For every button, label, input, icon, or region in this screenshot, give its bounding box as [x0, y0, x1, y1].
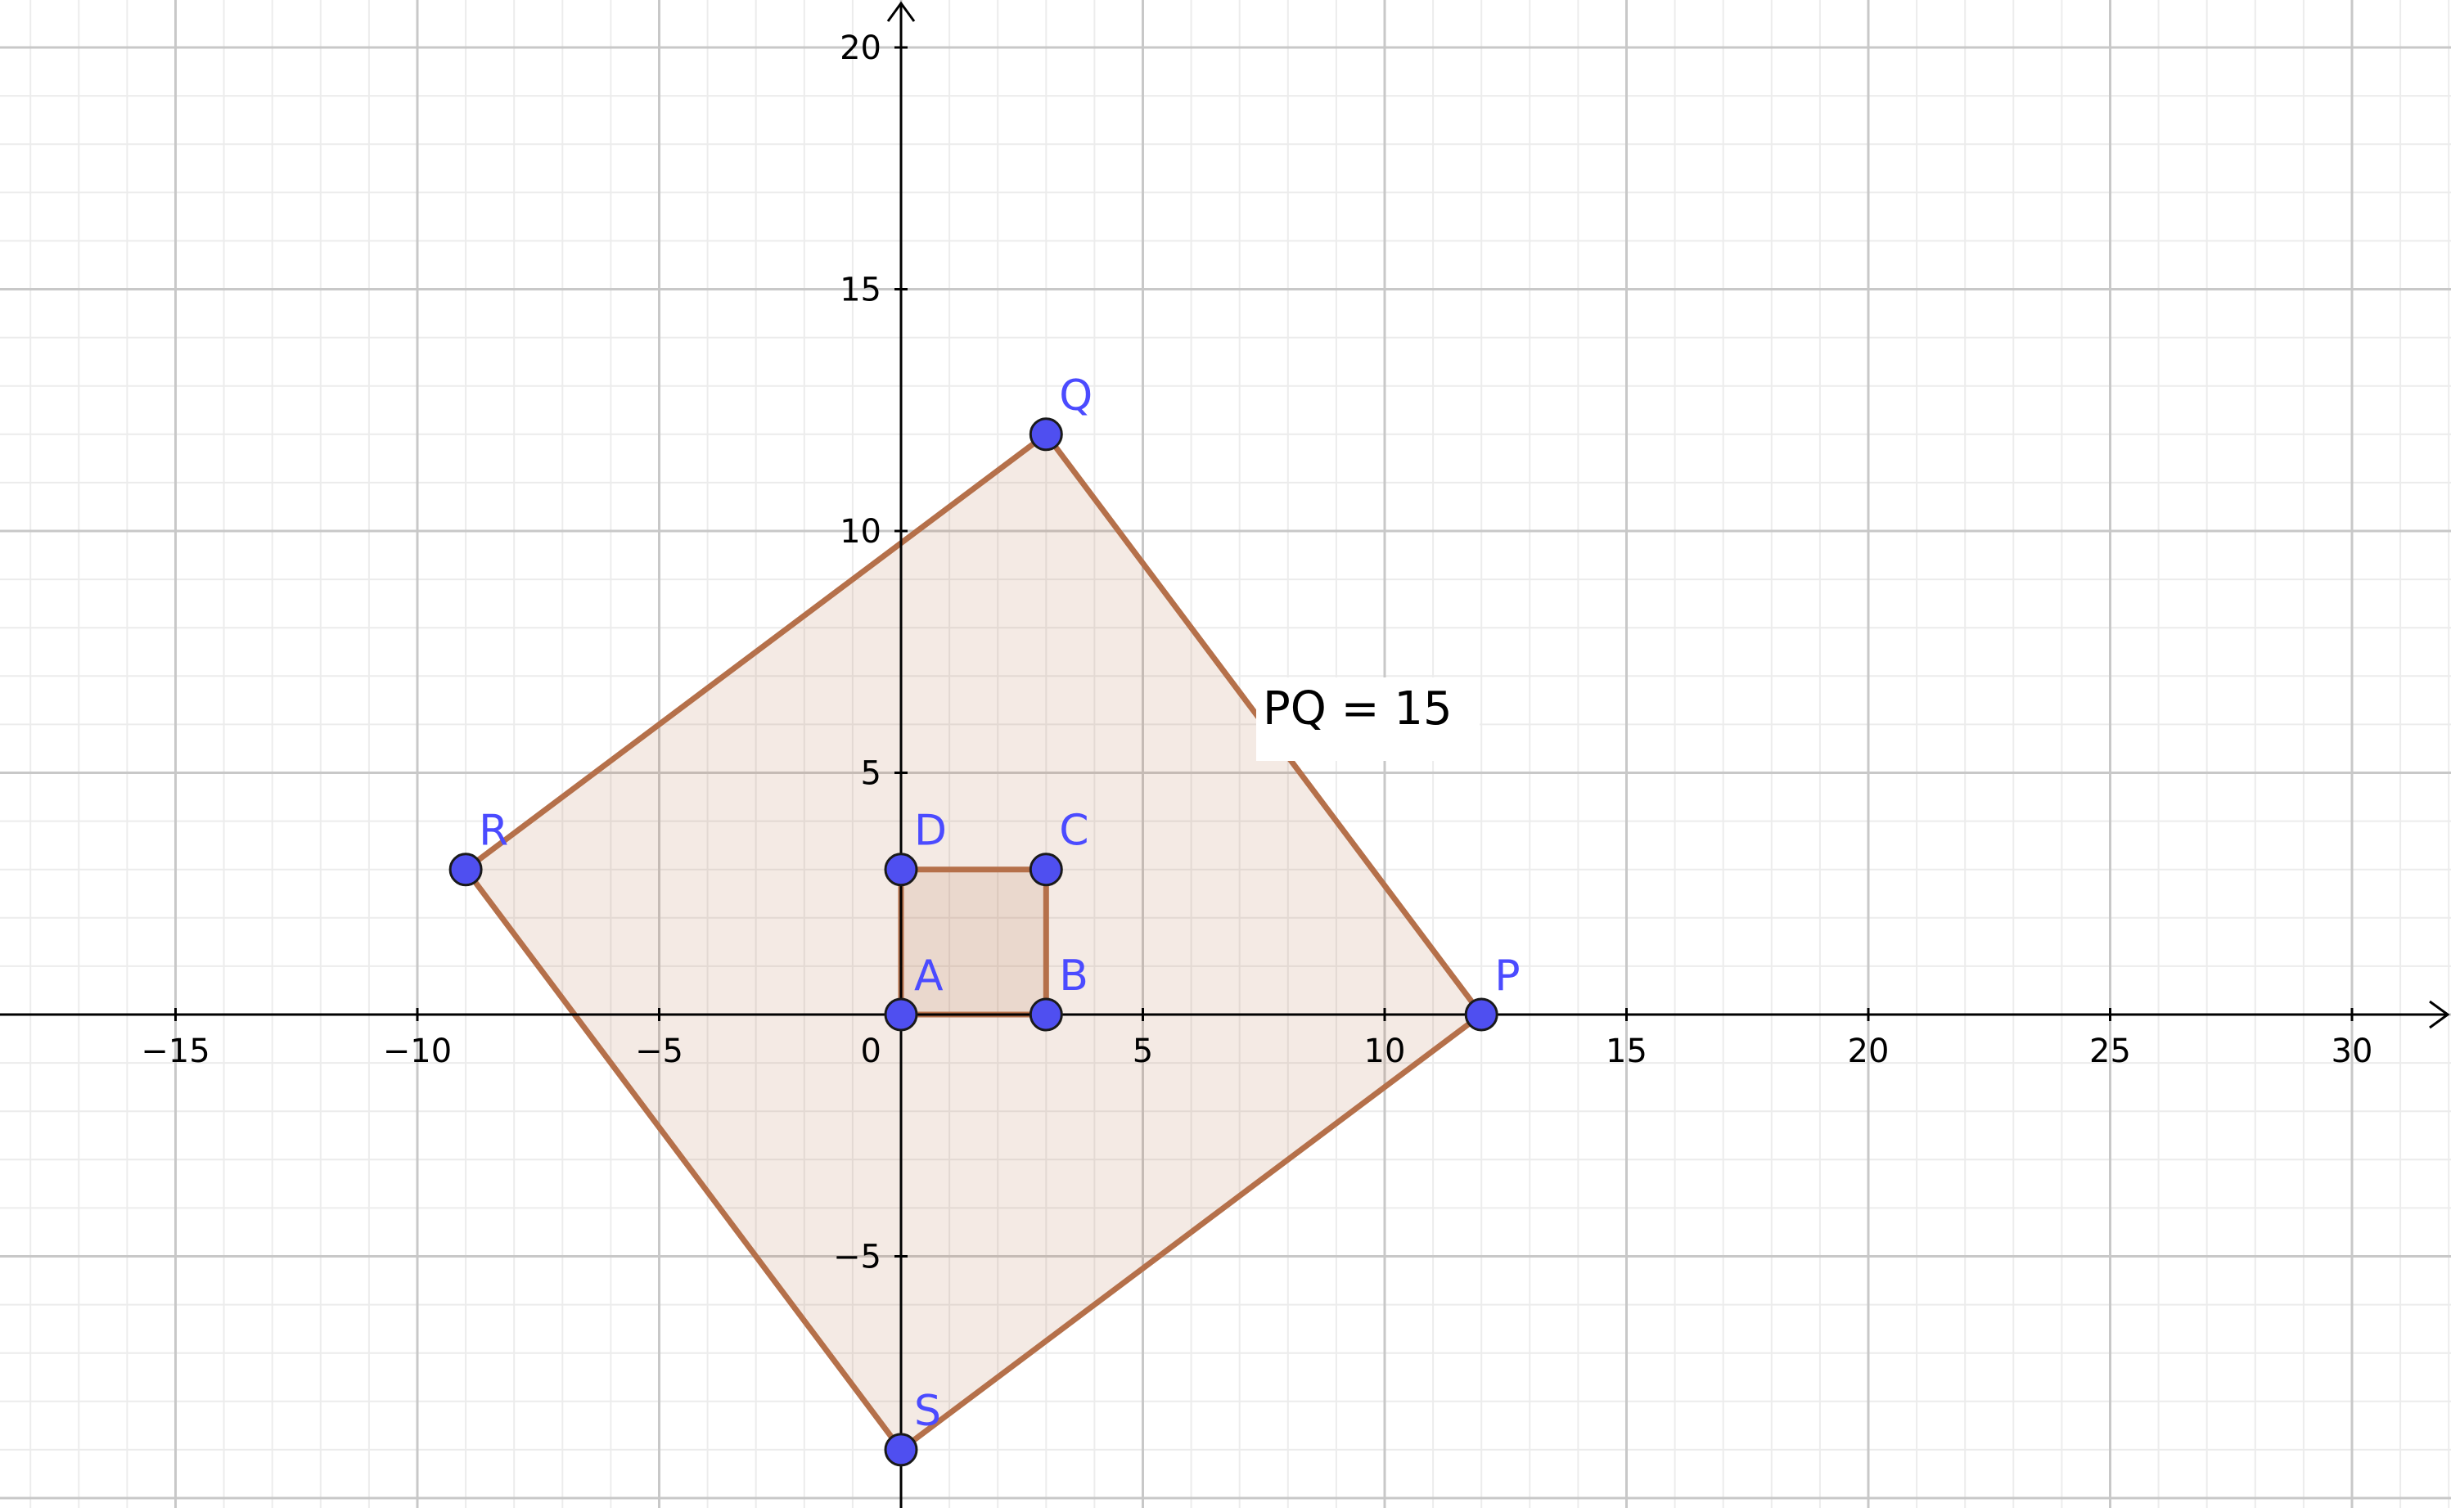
point-d[interactable]: [884, 853, 918, 887]
x-tick-label: 15: [1606, 1033, 1647, 1070]
point-label-q: Q: [1059, 371, 1093, 421]
x-tick-label: −10: [383, 1033, 452, 1070]
point-label-d: D: [914, 807, 947, 856]
point-q[interactable]: [1029, 417, 1063, 452]
point-p[interactable]: [1464, 997, 1498, 1032]
point-label-c: C: [1059, 807, 1088, 856]
measurement-label-group: PQ = 15: [1256, 677, 1480, 761]
y-tick-label: −5: [833, 1239, 881, 1276]
point-label-a: A: [914, 952, 944, 1001]
x-tick-label: 5: [1133, 1033, 1153, 1070]
coordinate-plane[interactable]: −15 −10 −5 5 10 15 20 25 30 5 10 15 20 −5 0 PQ = 15 A B…: [0, 0, 2451, 1508]
point-label-b: B: [1059, 952, 1088, 1001]
point-r[interactable]: [448, 853, 483, 887]
measurement-label: PQ = 15: [1263, 682, 1453, 736]
x-tick-label: −5: [635, 1033, 683, 1070]
point-c[interactable]: [1029, 853, 1063, 887]
x-tick-label: 10: [1364, 1033, 1406, 1070]
y-tick-label: 5: [861, 755, 881, 793]
point-label-r: R: [479, 807, 508, 856]
x-tick-label: −15: [141, 1033, 210, 1070]
point-label-p: P: [1494, 952, 1520, 1001]
y-tick-label: 15: [840, 272, 881, 309]
point-s[interactable]: [884, 1433, 918, 1467]
y-tick-label: 10: [840, 513, 881, 551]
x-tick-label: 25: [2089, 1033, 2131, 1070]
x-tick-label: 30: [2332, 1033, 2373, 1070]
point-label-s: S: [914, 1387, 941, 1436]
geometry-canvas[interactable]: −15 −10 −5 5 10 15 20 25 30 5 10 15 20 −5 0 PQ = 15 A B…: [0, 0, 2451, 1508]
origin-label: 0: [861, 1033, 881, 1070]
point-b[interactable]: [1029, 997, 1063, 1032]
polygons-layer: [462, 431, 1485, 1453]
y-tick-label: 20: [840, 29, 881, 67]
x-tick-label: 20: [1848, 1033, 1890, 1070]
point-a[interactable]: [884, 997, 918, 1032]
